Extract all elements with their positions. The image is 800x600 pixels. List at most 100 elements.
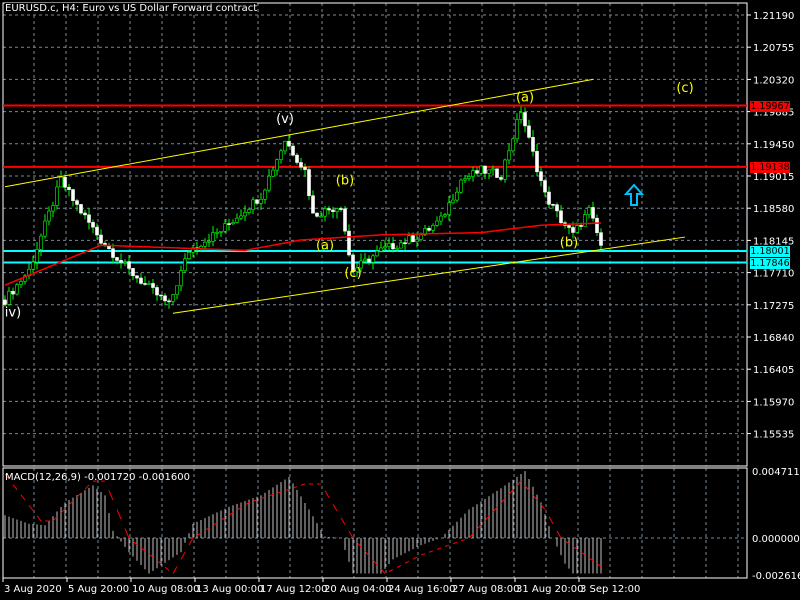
candle-body <box>167 300 171 303</box>
candle-body <box>95 226 99 236</box>
candle-body <box>71 189 75 201</box>
candle-body <box>79 204 83 214</box>
macd-signal-segment <box>364 550 370 557</box>
candle-body <box>363 258 367 262</box>
macd-signal-segment <box>300 483 306 486</box>
time-label: 20 Aug 04:00 <box>324 584 391 595</box>
price-tick-label: 1.17710 <box>753 269 794 280</box>
candle-body <box>211 232 215 242</box>
candle-body <box>543 180 547 193</box>
price-level-label: 1.18001 <box>750 246 790 258</box>
macd-signal-segment <box>276 491 282 494</box>
macd-signal-segment <box>68 500 74 506</box>
candle-body <box>67 186 71 190</box>
macd-signal-segment <box>588 557 594 562</box>
candle-body <box>311 195 315 214</box>
candle-body <box>575 225 579 233</box>
candle-body <box>207 241 211 243</box>
macd-signal-segment <box>428 550 434 553</box>
candle-body <box>39 235 43 250</box>
candle-body <box>275 159 279 171</box>
macd-signal-segment <box>108 490 114 501</box>
candle-body <box>399 242 403 249</box>
candle-body <box>175 285 179 295</box>
candle-body <box>295 154 299 163</box>
macd-signal-segment <box>404 560 410 564</box>
wave-label: (a) <box>316 239 334 254</box>
candle-body <box>219 230 223 233</box>
candle-body <box>595 217 599 234</box>
macd-signal-segment <box>572 546 578 550</box>
candle-body <box>367 258 371 263</box>
candle-body <box>451 199 455 204</box>
macd-signal-segment <box>332 503 338 512</box>
candle-body <box>63 176 67 188</box>
candle-body <box>75 200 79 205</box>
macd-signal-segment <box>468 533 474 539</box>
macd-signal-segment <box>76 492 82 498</box>
candle-body <box>507 150 511 161</box>
macd-signal-segment <box>524 485 530 491</box>
candle-body <box>59 176 63 188</box>
candle-body <box>107 245 111 250</box>
macd-signal-segment <box>556 530 562 539</box>
price-chart[interactable]: 1.211901.207551.203201.198851.194501.190… <box>0 0 800 600</box>
macd-signal-segment <box>252 499 258 502</box>
candle-body <box>171 294 175 302</box>
candle-body <box>227 223 231 225</box>
time-label: 13 Aug 00:00 <box>196 584 263 595</box>
macd-signal-segment <box>52 516 58 522</box>
macd-signal-segment <box>188 537 194 546</box>
candle-body <box>407 235 411 244</box>
time-label: 10 Aug 08:00 <box>132 584 199 595</box>
candle-body <box>51 205 55 212</box>
candle-body <box>119 260 123 263</box>
macd-signal-segment <box>372 559 378 566</box>
macd-signal-segment <box>452 541 458 545</box>
candle-body <box>427 228 431 231</box>
macd-signal-segment <box>548 516 554 525</box>
candle-body <box>83 212 87 216</box>
macd-signal-segment <box>580 551 586 556</box>
macd-label: MACD(12,26,9) -0.001720 -0.001600 <box>5 472 190 483</box>
trendline <box>172 236 686 314</box>
price-tick-label: 1.21190 <box>753 11 794 22</box>
candle-body <box>411 235 415 242</box>
candle-body <box>15 284 19 295</box>
macd-signal-segment <box>12 484 18 490</box>
macd-signal-segment <box>540 504 546 510</box>
price-tick-label: 1.19015 <box>753 172 794 183</box>
candle-body <box>531 137 535 152</box>
candle-body <box>487 169 491 174</box>
candle-body <box>319 215 323 218</box>
time-label: 3 Sep 12:00 <box>580 584 640 595</box>
price-tick-label: 1.18580 <box>753 204 794 215</box>
price-tick-label: 1.20320 <box>753 75 794 86</box>
price-level-label: 1.19138 <box>750 161 790 173</box>
candle-body <box>559 210 563 224</box>
candle-body <box>123 261 127 264</box>
macd-signal-segment <box>228 512 234 516</box>
time-label: 17 Aug 12:00 <box>260 584 327 595</box>
candle-body <box>127 261 131 269</box>
macd-signal-segment <box>380 568 386 574</box>
moving-average-line <box>4 222 602 286</box>
macd-signal-segment <box>444 544 450 548</box>
candle-body <box>395 247 399 250</box>
candle-body <box>147 283 151 285</box>
macd-pane-frame <box>2 467 748 579</box>
candle-body <box>259 198 263 204</box>
candle-body <box>479 165 483 174</box>
macd-signal-segment <box>292 486 298 489</box>
macd-signal-segment <box>244 502 250 506</box>
candle-body <box>535 151 539 173</box>
candle-body <box>203 241 207 247</box>
macd-signal-segment <box>140 547 146 552</box>
candle-body <box>383 246 387 249</box>
candle-body <box>263 189 267 200</box>
macd-signal-segment <box>204 527 210 531</box>
macd-signal-segment <box>476 524 482 530</box>
candle-body <box>431 225 435 231</box>
macd-signal-segment <box>532 495 538 501</box>
macd-signal-segment <box>164 566 170 571</box>
